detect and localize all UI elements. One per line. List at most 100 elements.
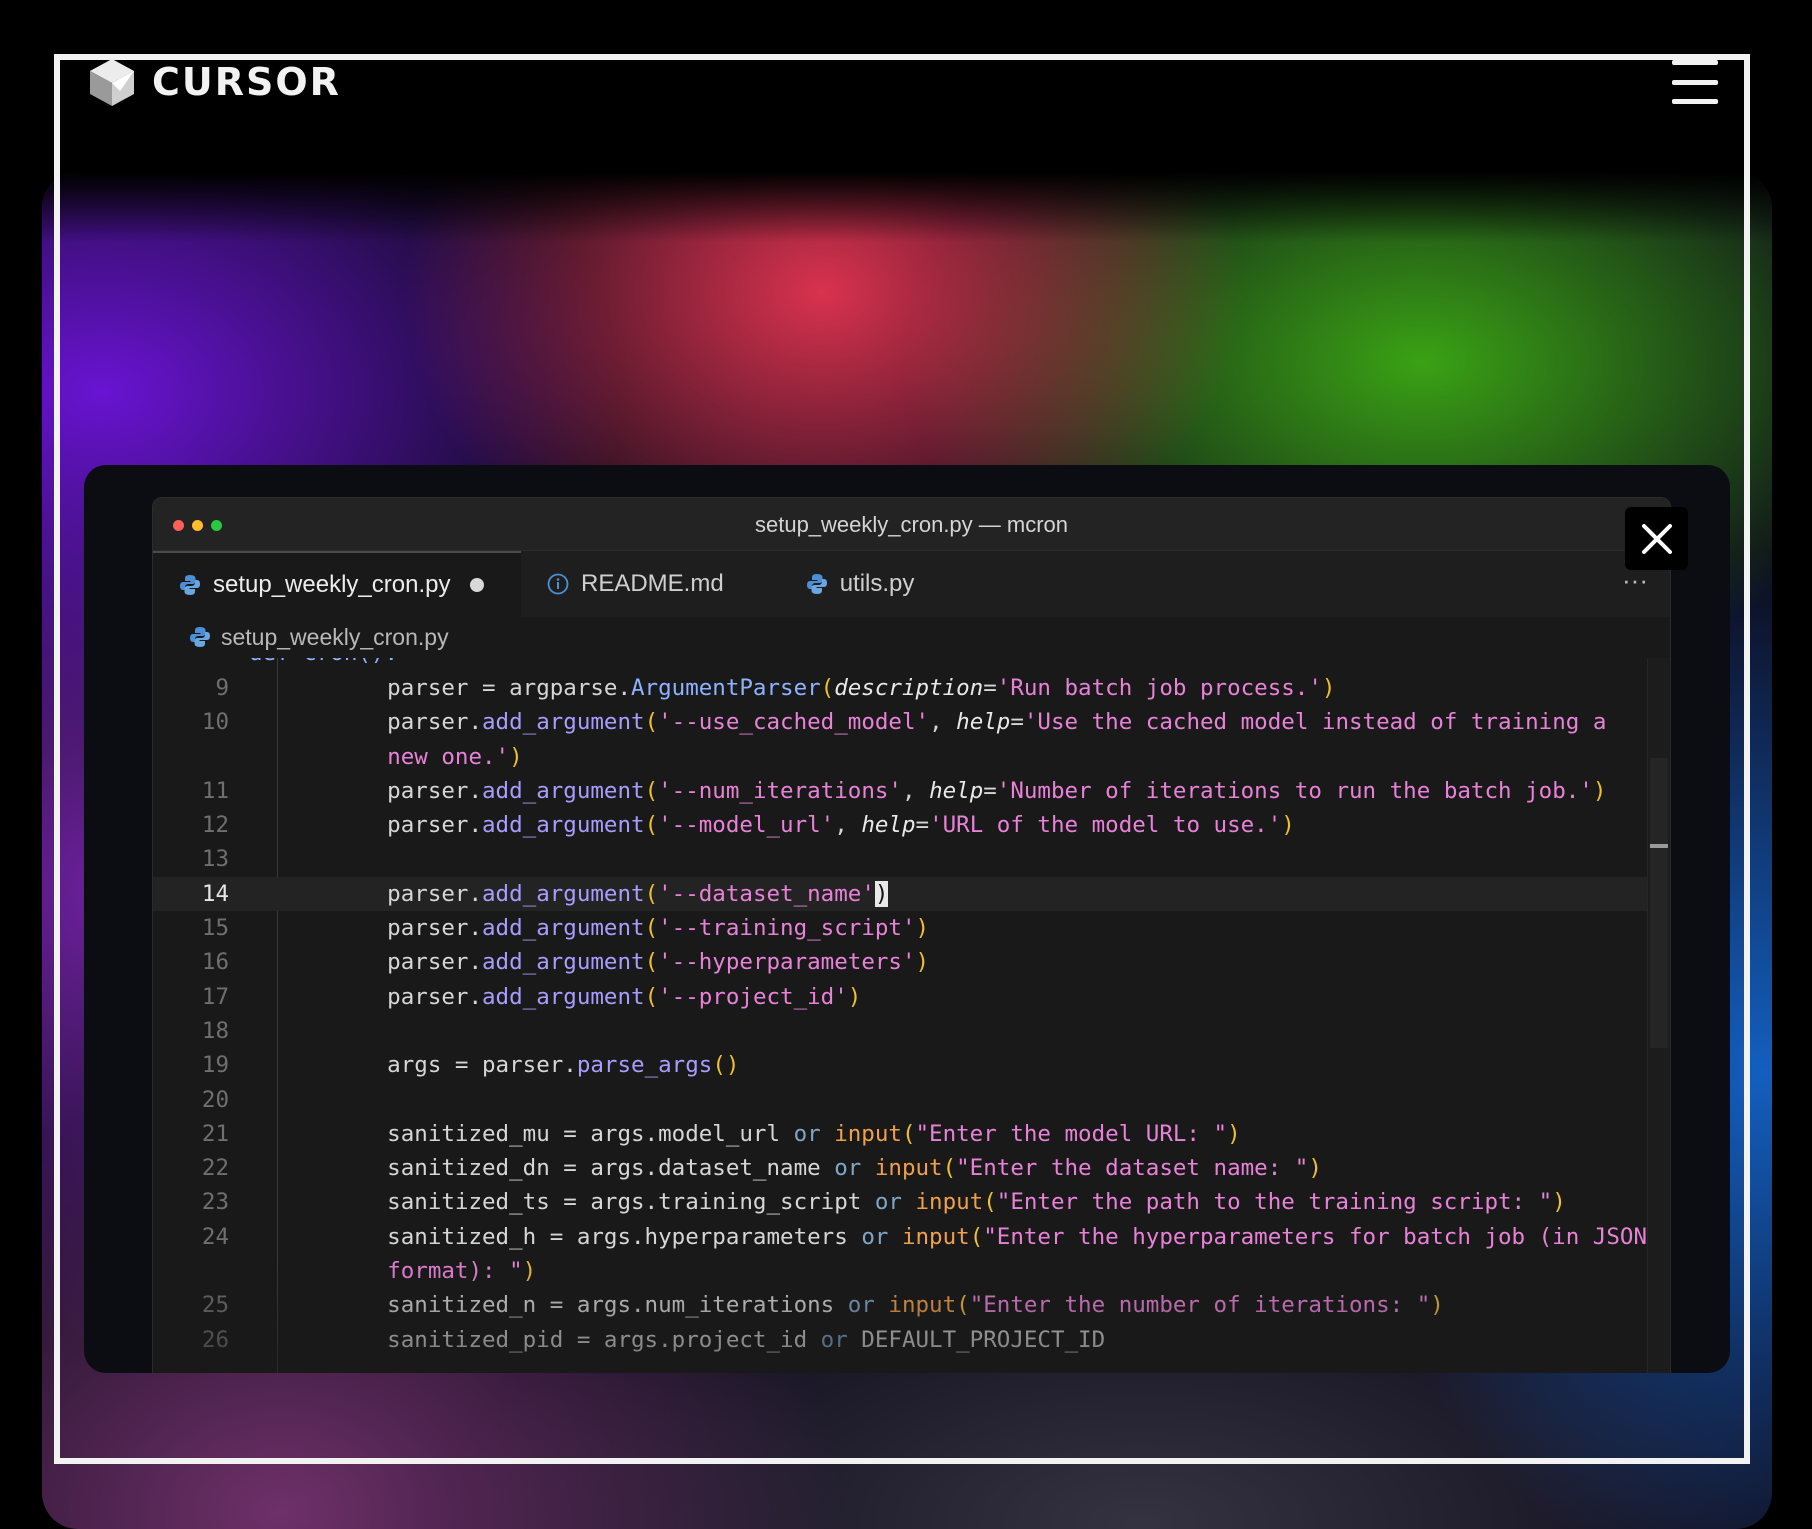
line-number: 13	[201, 846, 229, 873]
editor-scrollbar[interactable]	[1647, 658, 1670, 1373]
code-line[interactable]: 11 parser.add_argument('--num_iterations…	[153, 774, 1648, 808]
code-line[interactable]: 12 parser.add_argument('--model_url', he…	[153, 808, 1648, 842]
brand-name[interactable]: CURSOR	[152, 60, 341, 104]
code-line[interactable]: 14 parser.add_argument('--dataset_name')	[153, 876, 1648, 912]
code-line[interactable]: 17 parser.add_argument('--project_id')	[153, 980, 1648, 1014]
line-number: 22	[201, 1155, 229, 1182]
code-token: ,	[834, 812, 862, 839]
code-token: '--num_iterations'	[658, 777, 902, 804]
line-number: 24	[201, 1223, 229, 1250]
code-text: parser.add_argument('--use_cached_model'…	[333, 705, 1606, 739]
code-line[interactable]: 25 sanitized_n = args.num_iterations or …	[153, 1288, 1648, 1322]
code-token: 'Number of iterations to run the batch j…	[996, 777, 1593, 804]
editor-tabs: setup_weekly_cron.py README.md utils.py …	[153, 551, 1670, 617]
code-token: "Enter the model URL: "	[915, 1120, 1228, 1147]
code-token: format): "	[387, 1258, 523, 1285]
code-token: ,	[901, 777, 930, 804]
code-text: sanitized_dn = args.dataset_name or inpu…	[333, 1151, 1322, 1185]
code-line-partial: def cron():	[153, 658, 1648, 671]
code-line[interactable]: 13	[153, 842, 1648, 876]
code-token: '--project_id'	[658, 983, 848, 1010]
code-line[interactable]: 19 args = parser.parse_args()	[153, 1048, 1648, 1082]
code-line[interactable]: 26 sanitized_pid = args.project_id or DE…	[153, 1323, 1648, 1357]
code-token: sanitized_ts = args.training_script	[333, 1189, 875, 1216]
code-token: input	[901, 1223, 970, 1250]
tab-readme[interactable]: README.md	[521, 551, 750, 617]
line-number: 25	[201, 1292, 229, 1319]
code-token: or	[820, 1326, 848, 1353]
code-token: add_argument	[482, 709, 645, 736]
code-token: args = parser.	[333, 1052, 577, 1079]
code-token: )	[509, 743, 523, 770]
line-number: 17	[201, 983, 229, 1010]
code-line[interactable]: 23 sanitized_ts = args.training_script o…	[153, 1185, 1648, 1219]
cursor-logo-icon[interactable]	[86, 56, 138, 108]
python-icon	[180, 575, 200, 595]
code-line[interactable]: new one.')	[153, 740, 1648, 774]
tab-setup-weekly-cron[interactable]: setup_weekly_cron.py	[153, 551, 521, 617]
code-token: )	[522, 1258, 537, 1285]
code-line[interactable]: 22 sanitized_dn = args.dataset_name or i…	[153, 1151, 1648, 1185]
code-text: parser = argparse.ArgumentParser(descrip…	[333, 671, 1335, 705]
code-token: DEFAULT_PROJECT_ID	[847, 1326, 1106, 1353]
code-token: or	[834, 1155, 862, 1182]
code-line[interactable]: 18	[153, 1014, 1648, 1048]
code-token: (	[983, 1189, 997, 1216]
scrollbar-thumb[interactable]	[1650, 758, 1668, 1048]
code-token: )	[847, 983, 862, 1010]
code-line[interactable]: 10 parser.add_argument('--use_cached_mod…	[153, 705, 1648, 739]
code-token: "Enter the path to the training script: …	[996, 1189, 1553, 1216]
code-token: sanitized_pid = args.project_id	[333, 1326, 821, 1353]
code-line[interactable]: 24 sanitized_h = args.hyperparameters or…	[153, 1220, 1648, 1254]
code-token: add_argument	[482, 983, 645, 1010]
code-line[interactable]: format): ")	[153, 1254, 1648, 1288]
code-token: '--model_url'	[658, 812, 835, 839]
breadcrumb-file[interactable]: setup_weekly_cron.py	[221, 624, 449, 651]
hamburger-menu-icon[interactable]	[1672, 60, 1718, 104]
close-x-glyph	[1641, 523, 1672, 554]
code-text: sanitized_mu = args.model_url or input("…	[333, 1117, 1241, 1151]
python-icon	[190, 627, 210, 647]
tab-label: README.md	[581, 570, 724, 597]
line-number: 15	[201, 915, 229, 942]
tab-utils[interactable]: utils.py	[750, 551, 941, 617]
code-line[interactable]: 20	[153, 1083, 1648, 1117]
code-token: )	[1281, 812, 1295, 839]
code-token: input	[915, 1189, 984, 1216]
code-token: )	[1227, 1120, 1241, 1147]
code-token: parser.	[333, 949, 483, 976]
code-token: =	[983, 675, 997, 701]
code-token: (	[969, 1223, 984, 1250]
code-line[interactable]: 21 sanitized_mu = args.model_url or inpu…	[153, 1117, 1648, 1151]
breadcrumb: setup_weekly_cron.py	[153, 617, 1670, 657]
text-cursor: )	[874, 880, 889, 907]
unsaved-changes-dot[interactable]	[470, 578, 485, 592]
code-token: (	[644, 983, 659, 1010]
code-token: =	[983, 777, 997, 804]
code-line[interactable]: 15 parser.add_argument('--training_scrip…	[153, 911, 1648, 945]
code-editor[interactable]: def cron(): 9 parser = argparse.Argument…	[153, 658, 1648, 1373]
code-line[interactable]: 16 parser.add_argument('--hyperparameter…	[153, 945, 1648, 979]
code-line[interactable]: 9 parser = argparse.ArgumentParser(descr…	[153, 671, 1648, 705]
code-token: add_argument	[482, 777, 645, 804]
close-icon[interactable]	[1625, 507, 1688, 570]
code-token: parser.	[333, 983, 483, 1010]
window-title: setup_weekly_cron.py — mcron	[754, 512, 1069, 537]
code-token: ,	[929, 709, 957, 736]
demo-stage: setup_weekly_cron.py — mcron setup_weekl…	[84, 465, 1730, 1373]
code-text: parser.add_argument('--dataset_name')	[333, 877, 889, 911]
code-token: (	[644, 777, 659, 804]
line-number: 9	[215, 675, 229, 701]
code-token: or	[793, 1120, 821, 1147]
code-token: new one.'	[387, 743, 510, 770]
code-text: parser.add_argument('--project_id')	[333, 980, 861, 1014]
code-token: )	[1321, 675, 1336, 701]
code-token: help	[861, 812, 916, 839]
code-token: (	[644, 812, 659, 839]
window-titlebar: setup_weekly_cron.py — mcron	[153, 498, 1670, 551]
code-token: '--use_cached_model'	[658, 709, 930, 736]
code-token: "Enter the hyperparameters for batch job…	[983, 1223, 1647, 1250]
code-text: new one.')	[333, 740, 523, 774]
